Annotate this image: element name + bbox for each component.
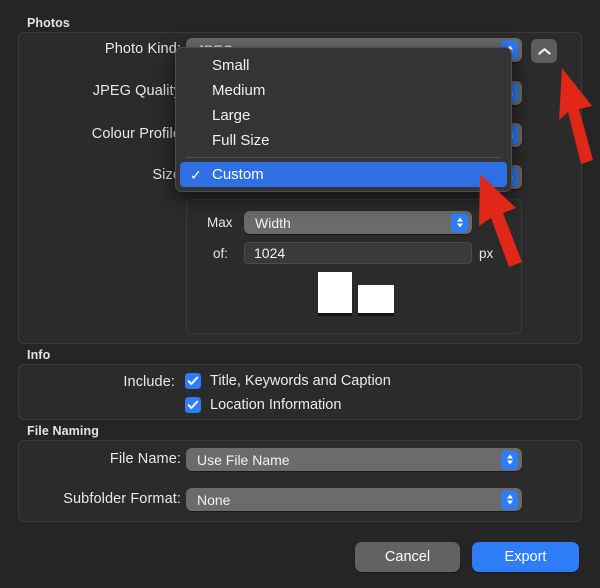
- menu-item-large-label: Large: [212, 107, 251, 124]
- menu-item-medium[interactable]: Medium: [180, 78, 507, 103]
- menu-separator: [186, 157, 501, 158]
- subfolder-format-value: None: [197, 491, 231, 508]
- red-arrow-to-collapse-button: [559, 68, 593, 164]
- jpeg-quality-label: JPEG Quality: [92, 83, 181, 99]
- menu-item-medium-label: Medium: [212, 82, 266, 99]
- colour-profile-label: Colour Profile: [91, 126, 181, 142]
- menu-item-small[interactable]: Small: [180, 53, 507, 78]
- menu-item-small-label: Small: [212, 57, 250, 74]
- group-label-photos: Photos: [27, 16, 70, 30]
- max-size-value: 1024: [254, 245, 286, 261]
- cancel-button[interactable]: Cancel: [355, 542, 460, 572]
- export-button[interactable]: Export: [472, 542, 579, 572]
- landscape-orientation-icon[interactable]: [358, 285, 394, 316]
- max-dimension-value: Width: [255, 214, 291, 231]
- menu-item-full-size-label: Full Size: [212, 132, 270, 149]
- size-dropdown-menu[interactable]: Small Medium Large Full Size ✓ Custom: [175, 47, 512, 192]
- chevron-up-icon: [537, 47, 551, 55]
- export-button-label: Export: [504, 549, 547, 565]
- checkbox-checked-icon[interactable]: [185, 373, 201, 389]
- size-label: Size: [152, 167, 181, 183]
- checkbox-location-information-label: Location Information: [210, 397, 342, 413]
- menu-item-custom[interactable]: ✓ Custom: [180, 162, 507, 187]
- file-name-popup[interactable]: Use File Name: [186, 448, 522, 471]
- max-dimension-stepper-icon[interactable]: [451, 213, 468, 232]
- menu-item-custom-label: Custom: [212, 166, 264, 183]
- collapse-chevron-button[interactable]: [531, 39, 557, 63]
- orientation-selector[interactable]: [318, 272, 394, 316]
- subfolder-format-stepper-icon[interactable]: [501, 490, 518, 509]
- checkmark-icon: [187, 400, 199, 409]
- max-size-input[interactable]: 1024: [244, 242, 472, 264]
- file-name-stepper-icon[interactable]: [501, 450, 518, 469]
- group-label-info: Info: [27, 348, 51, 362]
- menu-item-large[interactable]: Large: [180, 103, 507, 128]
- cancel-button-label: Cancel: [384, 549, 431, 565]
- of-label: of:: [213, 246, 229, 261]
- red-arrow-to-custom-menu-item: [479, 174, 522, 267]
- checkbox-checked-icon[interactable]: [185, 397, 201, 413]
- max-dimension-popup[interactable]: Width: [244, 211, 472, 234]
- photo-kind-label: Photo Kind:: [104, 41, 181, 57]
- max-label: Max: [207, 215, 233, 230]
- checkmark-icon: [187, 376, 199, 385]
- checkbox-location-information[interactable]: Location Information: [185, 397, 341, 413]
- group-label-file-naming: File Naming: [27, 424, 99, 438]
- checkbox-title-keywords-caption[interactable]: Title, Keywords and Caption: [185, 373, 391, 389]
- checkmark-icon: ✓: [190, 166, 202, 183]
- portrait-orientation-icon[interactable]: [318, 272, 352, 316]
- include-label: Include:: [123, 374, 175, 390]
- subfolder-format-popup[interactable]: None: [186, 488, 522, 511]
- menu-item-full-size[interactable]: Full Size: [180, 128, 507, 153]
- file-name-label: File Name:: [109, 451, 181, 467]
- file-name-value: Use File Name: [197, 451, 290, 468]
- checkbox-title-keywords-caption-label: Title, Keywords and Caption: [210, 373, 391, 389]
- subfolder-format-label: Subfolder Format:: [63, 491, 181, 507]
- export-dialog: Photos Photo Kind: JPEG Quality Colour P…: [0, 0, 600, 588]
